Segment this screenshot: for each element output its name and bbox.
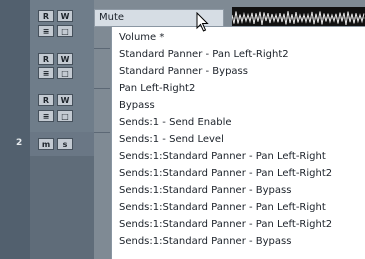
- mute-button[interactable]: m: [38, 138, 54, 150]
- menu-item[interactable]: Sends:1 - Send Enable: [119, 116, 232, 130]
- menu-item[interactable]: Bypass: [119, 99, 155, 113]
- solo-button[interactable]: s: [57, 138, 73, 150]
- folder-button[interactable]: □: [57, 25, 73, 37]
- lane-toggle-button[interactable]: ≡: [38, 67, 54, 79]
- row-divider: [94, 132, 110, 133]
- menu-item[interactable]: Sends:1:Standard Panner - Pan Left-Right: [119, 201, 326, 215]
- menu-item[interactable]: Volume *: [119, 31, 164, 45]
- track-color-strip: [0, 132, 30, 156]
- folder-button[interactable]: □: [57, 67, 73, 79]
- row-divider: [94, 88, 110, 89]
- track-header: R W ≡ □: [0, 88, 94, 133]
- mouse-pointer-icon: [196, 11, 210, 36]
- row-divider: [94, 48, 110, 49]
- lane-toggle-button[interactable]: ≡: [38, 110, 54, 122]
- track-color-strip: [0, 88, 30, 132]
- track-header: R W ≡ □: [0, 48, 94, 89]
- menu-item[interactable]: Standard Panner - Pan Left-Right2: [119, 48, 289, 62]
- lane-toggle-button[interactable]: ≡: [38, 25, 54, 37]
- read-button[interactable]: R: [38, 53, 54, 65]
- read-button[interactable]: R: [38, 10, 54, 22]
- track-color-strip: [0, 48, 30, 88]
- track-header: R W ≡ □: [0, 0, 94, 49]
- write-button[interactable]: W: [57, 53, 73, 65]
- menu-item[interactable]: Sends:1:Standard Panner - Pan Left-Right…: [119, 218, 332, 232]
- menu-item[interactable]: Sends:1:Standard Panner - Bypass: [119, 184, 291, 198]
- track-color-strip: [0, 156, 30, 259]
- read-button[interactable]: R: [38, 94, 54, 106]
- menu-item[interactable]: Standard Panner - Bypass: [119, 65, 248, 79]
- write-button[interactable]: W: [57, 94, 73, 106]
- write-button[interactable]: W: [57, 10, 73, 22]
- parameter-dropdown-menu: Volume * Standard Panner - Pan Left-Righ…: [111, 26, 365, 259]
- menu-item[interactable]: Pan Left-Right2: [119, 82, 195, 96]
- empty-track-area: [0, 156, 94, 259]
- folder-button[interactable]: □: [57, 110, 73, 122]
- track-header: 2 m s: [0, 132, 94, 157]
- menu-item[interactable]: Sends:1:Standard Panner - Pan Left-Right: [119, 150, 326, 164]
- menu-item[interactable]: Sends:1 - Send Level: [119, 133, 224, 147]
- automation-parameter-label: Mute: [99, 12, 125, 23]
- track-number: 2: [16, 138, 23, 148]
- menu-item[interactable]: Sends:1:Standard Panner - Bypass: [119, 235, 291, 249]
- track-color-strip: [0, 0, 30, 48]
- menu-item[interactable]: Sends:1:Standard Panner - Pan Left-Right…: [119, 167, 332, 181]
